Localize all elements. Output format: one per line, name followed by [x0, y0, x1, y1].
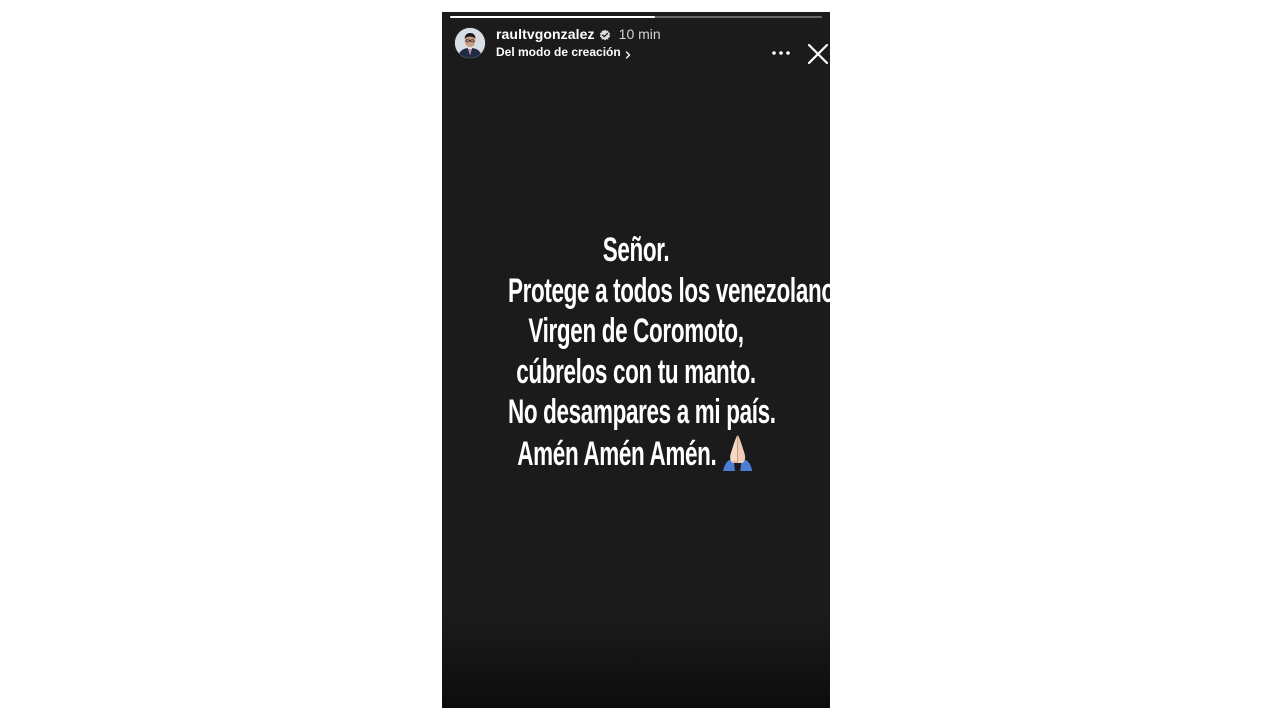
chevron-right-icon	[624, 47, 632, 59]
story-viewer[interactable]: raultvgonzalez 10 min Del modo de creaci…	[442, 12, 830, 708]
message-line: Protege a todos los venezolanos	[507, 271, 830, 310]
message-line-last: Amén Amén Amén.	[508, 433, 764, 475]
story-timestamp: 10 min	[618, 26, 661, 42]
message-line: No desampares a mi país.	[507, 393, 776, 431]
message-line: cúbrelos con tu manto.	[516, 352, 756, 391]
username[interactable]: raultvgonzalez	[496, 26, 595, 42]
avatar[interactable]	[454, 27, 486, 59]
bottom-gradient	[442, 618, 830, 708]
story-progress-fill	[450, 16, 655, 18]
more-options-icon[interactable]	[768, 40, 794, 66]
close-icon[interactable]	[804, 40, 830, 68]
avatar-image	[455, 28, 485, 58]
creation-mode-link[interactable]: Del modo de creación	[496, 45, 632, 59]
story-subtitle: Del modo de creación	[496, 45, 621, 59]
story-header: raultvgonzalez 10 min Del modo de creaci…	[452, 26, 829, 65]
message-line: Virgen de Coromoto,	[528, 312, 744, 350]
praying-hands-icon	[720, 433, 754, 471]
message-line-text: Amén Amén Amén.	[517, 434, 717, 473]
story-message: Señor. Protege a todos los venezolanos V…	[507, 230, 830, 475]
story-progress-bar	[450, 16, 822, 18]
verified-badge-icon	[599, 28, 611, 41]
message-line: Señor.	[602, 231, 670, 269]
page: raultvgonzalez 10 min Del modo de creaci…	[0, 0, 1280, 720]
user-line: raultvgonzalez 10 min	[496, 26, 661, 42]
